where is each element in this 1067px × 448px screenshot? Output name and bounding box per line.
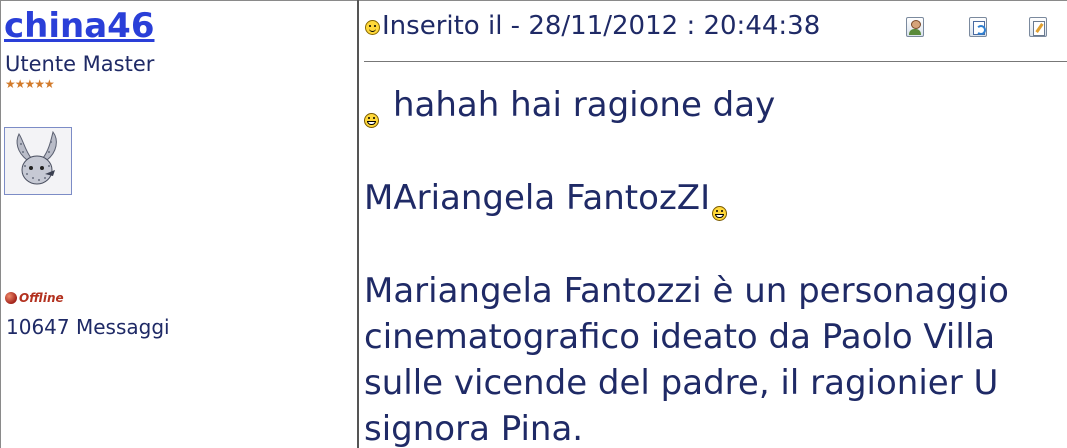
paragraph-line: signora Pina. <box>364 409 584 448</box>
status-label: Offline <box>19 291 64 305</box>
rank-stars-icon: ★★★★★ <box>5 77 55 91</box>
quote-icon[interactable] <box>969 17 987 37</box>
online-status: Offline <box>5 290 64 306</box>
profile-icon[interactable] <box>906 17 924 37</box>
smiley-icon <box>365 20 380 35</box>
post-paragraph: Mariangela Fantozzi è un personaggio cin… <box>364 268 1009 448</box>
paragraph-line: cinematografico ideato da Paolo Villa <box>364 317 996 357</box>
post-line-1-text: hahah hai ragione day <box>393 85 776 125</box>
forum-post: china46 Utente Master ★★★★★ Offline 1064… <box>0 0 1067 448</box>
paragraph-line: Mariangela Fantozzi è un personaggio <box>364 271 1009 311</box>
grin-smiley-icon <box>364 113 379 128</box>
author-name-link[interactable]: china46 <box>4 4 154 48</box>
post-line-2: MAriangela FantozZI <box>364 175 728 221</box>
post-header-divider <box>364 61 1067 62</box>
bunny-avatar-icon <box>5 128 71 194</box>
post-line-2-text: MAriangela FantozZI <box>364 178 711 218</box>
author-rank: Utente Master <box>5 52 155 76</box>
grin-smiley-icon <box>712 206 728 221</box>
post-header: Inserito il - 28/11/2012 : 20:44:38 <box>365 10 820 42</box>
author-panel: china46 Utente Master ★★★★★ Offline 1064… <box>0 0 357 448</box>
paragraph-line: sulle vicende del padre, il ragionier U <box>364 363 999 403</box>
post-date: Inserito il - 28/11/2012 : 20:44:38 <box>382 11 821 41</box>
avatar[interactable] <box>4 127 72 195</box>
message-count: 10647 Messaggi <box>6 315 170 339</box>
post-panel: Inserito il - 28/11/2012 : 20:44:38 haha… <box>359 0 1067 448</box>
offline-status-icon <box>5 292 17 304</box>
post-line-1: hahah hai ragione day <box>364 82 775 128</box>
edit-icon[interactable] <box>1029 17 1047 37</box>
